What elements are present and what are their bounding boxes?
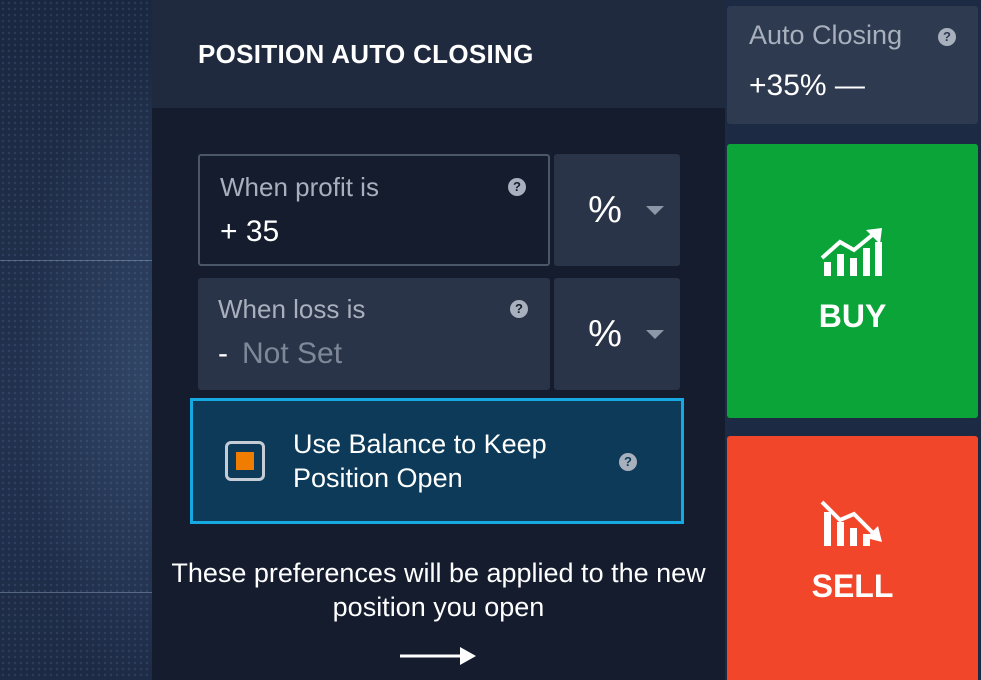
sell-button[interactable]: SELL [727,436,978,680]
chart-background [0,0,152,680]
auto-closing-summary[interactable]: Auto Closing +35% — ? [727,6,978,124]
use-balance-label: Use Balance to Keep Position Open [293,429,547,493]
loss-field[interactable]: When loss is - Not Set ? [198,278,550,390]
checkbox-mark [236,452,254,470]
sell-label: SELL [811,567,894,604]
auto-closing-label: Auto Closing [749,20,903,50]
loss-placeholder: Not Set [242,337,343,370]
world-map-dots [0,0,152,680]
profit-field[interactable]: When profit is + 35 ? [198,154,550,266]
use-balance-option[interactable]: Use Balance to Keep Position Open ? [190,398,684,524]
help-icon[interactable]: ? [510,300,528,318]
trend-up-icon [820,227,882,276]
loss-value[interactable]: - Not Set [218,337,530,371]
help-icon[interactable]: ? [938,28,956,46]
auto-closing-panel: POSITION AUTO CLOSING When profit is + 3… [152,0,725,680]
use-balance-checkbox[interactable] [225,441,265,481]
chevron-down-icon [646,330,664,339]
buy-label: BUY [818,297,887,334]
trend-down-icon [820,500,882,546]
arrow-right-icon[interactable] [398,644,478,668]
auto-closing-value: +35% — [749,69,865,102]
help-icon[interactable]: ? [619,453,637,471]
preferences-note: These preferences will be applied to the… [171,558,706,622]
profit-row: When profit is + 35 ? % [198,154,680,266]
profit-label: When profit is [220,172,379,202]
profit-unit-dropdown[interactable]: % [554,154,680,266]
profit-value[interactable]: + 35 [220,215,528,249]
loss-unit-label: % [588,312,622,355]
profit-unit-label: % [588,188,622,231]
help-icon[interactable]: ? [508,178,526,196]
chevron-down-icon [646,206,664,215]
buy-button[interactable]: BUY [727,144,978,418]
chart-grid-line [0,260,152,261]
loss-unit-dropdown[interactable]: % [554,278,680,390]
loss-sign: - [218,337,228,370]
loss-row: When loss is - Not Set ? % [198,278,680,390]
panel-title: POSITION AUTO CLOSING [198,38,534,69]
chart-grid-line [0,592,152,593]
loss-label: When loss is [218,294,366,324]
panel-header: POSITION AUTO CLOSING [152,0,725,108]
